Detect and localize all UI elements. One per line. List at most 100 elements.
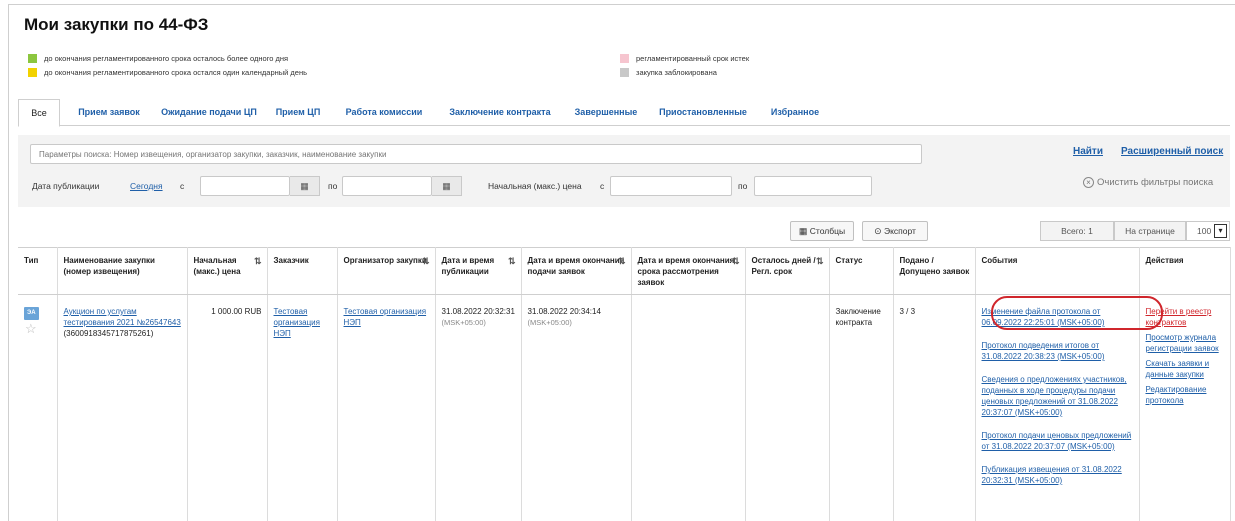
legend-text: закупка заблокирована <box>636 68 717 77</box>
sort-icon[interactable]: ⇅ <box>816 256 824 267</box>
pub-timezone: (MSK+05:00) <box>441 318 486 327</box>
purchases-table: Тип Наименование закупки (номер извещени… <box>18 247 1231 521</box>
star-icon[interactable]: ☆ <box>25 322 52 335</box>
tab-contract-conclusion[interactable]: Заключение контракта <box>438 99 562 126</box>
notice-number: (3600918345717875261) <box>63 329 154 338</box>
clear-filters-button[interactable]: × Очистить фильтры поиска <box>1083 177 1213 188</box>
event-link[interactable]: Протокол подачи ценовых предложений от 3… <box>982 430 1134 452</box>
find-link[interactable]: Найти <box>1073 146 1103 157</box>
highlight-annotation <box>991 296 1163 330</box>
col-header-review-date[interactable]: Дата и время окончания срока рассмотрени… <box>631 247 746 295</box>
legend-text: до окончания регламентированного срока о… <box>44 54 289 63</box>
col-header-organizer[interactable]: Организатор закупки ⇅ <box>337 247 436 295</box>
table-header-row: Тип Наименование закупки (номер извещени… <box>18 247 1231 295</box>
sort-icon[interactable]: ⇅ <box>422 256 430 267</box>
view-journal-link[interactable]: Просмотр журнала регистрации заявок <box>1146 332 1225 354</box>
search-input[interactable] <box>30 144 922 164</box>
tab-favorites[interactable]: Избранное <box>762 99 828 126</box>
cell-days-left <box>745 294 830 521</box>
legend-item-gray: закупка заблокирована <box>620 68 717 77</box>
legend-text: до окончания регламентированного срока о… <box>44 68 308 77</box>
legend-item-pink: регламентированный срок истек <box>620 54 749 63</box>
tab-suspended[interactable]: Приостановленные <box>650 99 756 126</box>
col-header-price[interactable]: Начальная (макс.) цена ⇅ <box>187 247 268 295</box>
col-header-pub-date[interactable]: Дата и время публикации ⇅ <box>435 247 522 295</box>
cell-review-date <box>631 294 746 521</box>
columns-label: Столбцы <box>809 226 846 236</box>
per-page-label: На странице <box>1114 221 1186 241</box>
clear-filters-label: Очистить фильтры поиска <box>1097 177 1214 188</box>
legend-swatch-yellow <box>28 68 37 77</box>
date-from-label: с <box>180 181 185 191</box>
pub-date-value: 31.08.2022 20:32:31 <box>441 307 515 316</box>
export-label: Экспорт <box>883 226 916 236</box>
col-header-type: Тип <box>18 247 58 295</box>
columns-button[interactable]: ▦ Столбцы <box>790 221 854 241</box>
download-applications-link[interactable]: Скачать заявки и данные закупки <box>1146 358 1225 380</box>
filter-panel: Найти Расширенный поиск Дата публикации … <box>18 135 1230 207</box>
legend-item-green: до окончания регламентированного срока о… <box>28 54 288 63</box>
tab-completed[interactable]: Завершенные <box>566 99 646 126</box>
col-header-end-date[interactable]: Дата и время окончания подачи заявок ⇅ <box>521 247 632 295</box>
event-link[interactable]: Публикация извещения от 31.08.2022 20:32… <box>982 464 1134 486</box>
calendar-from-icon[interactable]: ▦ <box>290 176 320 196</box>
cell-end-date: 31.08.2022 20:34:14 (MSK+05:00) <box>521 294 632 521</box>
tab-awaiting-price[interactable]: Ожидание подачи ЦП <box>154 99 264 126</box>
customer-link[interactable]: Тестовая организация НЭП <box>274 307 320 338</box>
col-header-name: Наименование закупки (номер извещения) <box>57 247 188 295</box>
legend-text: регламентированный срок истек <box>636 54 750 63</box>
legend-swatch-gray <box>620 68 629 77</box>
type-badge: ЭА <box>24 307 39 320</box>
tab-price-receiving[interactable]: Прием ЦП <box>268 99 328 126</box>
price-from-input[interactable] <box>610 176 732 196</box>
cell-applications: 3 / 3 <box>893 294 976 521</box>
columns-grid-icon: ▦ <box>798 226 808 236</box>
edit-protocol-link[interactable]: Редактирование протокола <box>1146 384 1225 406</box>
advanced-search-link[interactable]: Расширенный поиск <box>1121 146 1223 157</box>
tab-receiving-applications[interactable]: Прием заявок <box>66 99 152 126</box>
today-link[interactable]: Сегодня <box>130 181 163 191</box>
sort-icon[interactable]: ⇅ <box>508 256 516 267</box>
sort-icon[interactable]: ⇅ <box>618 256 626 267</box>
event-link[interactable]: Протокол подведения итогов от 31.08.2022… <box>982 340 1134 362</box>
tab-all[interactable]: Все <box>18 99 60 127</box>
legend-swatch-green <box>28 54 37 63</box>
cell-pub-date: 31.08.2022 20:32:31 (MSK+05:00) <box>435 294 522 521</box>
price-to-input[interactable] <box>754 176 872 196</box>
cell-status: Заключение контракта <box>829 294 894 521</box>
end-date-value: 31.08.2022 20:34:14 <box>527 307 601 316</box>
col-header-days-left[interactable]: Осталось дней / Регл. срок ⇅ <box>745 247 830 295</box>
col-header-events: События <box>975 247 1140 295</box>
export-button[interactable]: ⊙ Экспорт <box>862 221 928 241</box>
legend-item-yellow: до окончания регламентированного срока о… <box>28 68 307 77</box>
per-page-select[interactable]: 100 ▾ <box>1186 221 1230 241</box>
per-page-value: 100 <box>1197 226 1212 236</box>
calendar-to-icon[interactable]: ▦ <box>432 176 462 196</box>
sort-icon[interactable]: ⇅ <box>732 256 740 267</box>
end-timezone: (MSK+05:00) <box>527 318 572 327</box>
col-header-status: Статус <box>829 247 894 295</box>
col-header-customer: Заказчик <box>267 247 338 295</box>
cell-price: 1 000.00 RUB <box>187 294 268 521</box>
cell-type: ЭА ☆ <box>18 294 58 521</box>
tab-bar: Все Прием заявок Ожидание подачи ЦП Прие… <box>18 99 1230 127</box>
organizer-link[interactable]: Тестовая организация НЭП <box>344 307 427 327</box>
cell-name: Аукцион по услугам тестирования 2021 №26… <box>57 294 188 521</box>
date-to-input[interactable] <box>342 176 432 196</box>
sort-icon[interactable]: ⇅ <box>254 256 262 267</box>
clear-circle-icon: × <box>1083 177 1094 188</box>
col-header-applications: Подано / Допущено заявок <box>893 247 976 295</box>
total-count: Всего: 1 <box>1040 221 1114 241</box>
event-link[interactable]: Сведения о предложениях участников, пода… <box>982 374 1134 418</box>
cell-customer: Тестовая организация НЭП <box>267 294 338 521</box>
price-label: Начальная (макс.) цена <box>488 181 582 191</box>
legend-swatch-pink <box>620 54 629 63</box>
chevron-down-icon: ▾ <box>1214 224 1227 238</box>
pub-date-label: Дата публикации <box>32 181 100 191</box>
page-title: Мои закупки по 44-ФЗ <box>24 15 209 34</box>
date-from-input[interactable] <box>200 176 290 196</box>
purchase-name-link[interactable]: Аукцион по услугам тестирования 2021 №26… <box>64 307 181 327</box>
date-to-label: по <box>328 181 338 191</box>
price-from-label: с <box>600 181 605 191</box>
tab-commission-work[interactable]: Работа комиссии <box>336 99 432 126</box>
